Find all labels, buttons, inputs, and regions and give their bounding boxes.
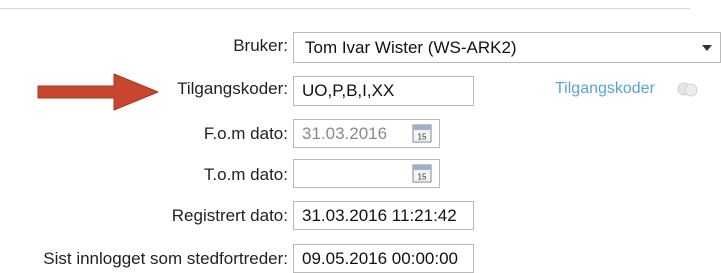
calendar-icon[interactable]: 15 (411, 162, 433, 184)
lookup-icon[interactable] (676, 79, 700, 99)
section-divider (0, 8, 690, 9)
calendar-day-text: 15 (418, 133, 427, 142)
registered-date-field: 31.03.2016 11:21:42 (293, 201, 474, 230)
access-codes-link[interactable]: Tilgangskoder (555, 80, 655, 98)
user-label: Bruker: (233, 36, 288, 55)
chevron-down-icon[interactable] (702, 45, 712, 51)
calendar-icon[interactable]: 15 (411, 122, 433, 144)
last-login-label: Sist innlogget som stedfortreder: (43, 249, 288, 268)
to-date-label: T.o.m dato: (203, 165, 288, 184)
calendar-day-text: 15 (418, 173, 427, 182)
user-select-value: Tom Ivar Wister (WS-ARK2) (305, 38, 517, 57)
from-date-label: F.o.m dato: (203, 124, 288, 143)
access-codes-input[interactable]: UO,P,B,I,XX (293, 76, 474, 106)
last-login-field: 09.05.2016 00:00:00 (293, 244, 474, 273)
user-select[interactable]: Tom Ivar Wister (WS-ARK2) (293, 32, 721, 63)
annotation-arrow-icon (37, 73, 159, 111)
access-codes-label: Tilgangskoder: (177, 79, 288, 98)
registered-date-label: Registrert dato: (171, 206, 288, 225)
